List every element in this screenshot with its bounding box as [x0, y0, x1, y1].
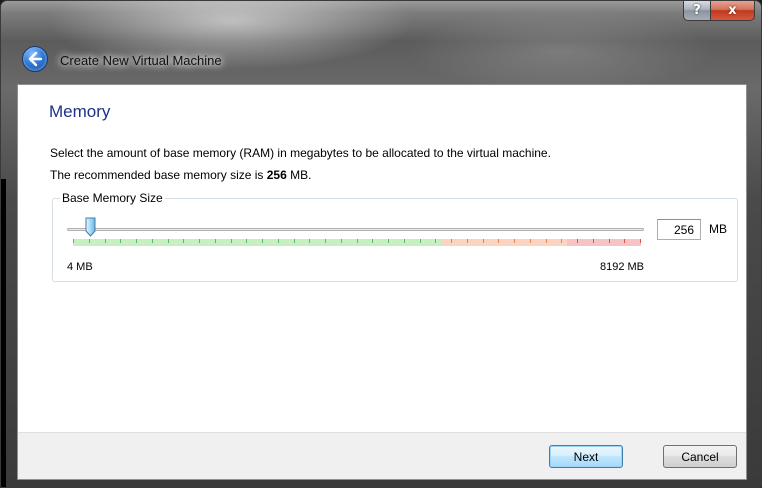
caption-buttons: ? x: [683, 1, 755, 23]
scale-tick: [168, 239, 169, 243]
dialog-content: Memory Select the amount of base memory …: [17, 84, 747, 480]
min-memory-label: 4 MB: [67, 261, 93, 273]
scale-tick: [372, 239, 373, 243]
scale-tick: [341, 239, 342, 243]
help-button[interactable]: ?: [683, 1, 711, 21]
scale-tick: [89, 239, 90, 243]
memory-slider-track[interactable]: [67, 228, 644, 231]
scale-tick: [215, 239, 216, 243]
scale-tick: [483, 239, 484, 243]
scale-tick: [294, 239, 295, 243]
scale-tick: [561, 239, 562, 243]
scale-tick: [514, 239, 515, 243]
scale-tick: [609, 239, 610, 243]
scale-tick: [105, 239, 106, 243]
scale-tick: [388, 239, 389, 243]
page-title: Memory: [49, 102, 111, 121]
scale-tick: [199, 239, 200, 243]
close-button[interactable]: x: [711, 1, 755, 21]
cancel-button[interactable]: Cancel: [663, 445, 737, 468]
scale-tick: [120, 239, 121, 243]
scale-tick: [498, 239, 499, 243]
back-arrow-icon: [28, 51, 43, 67]
scale-tick: [404, 239, 405, 243]
scale-tick: [577, 239, 578, 243]
scale-tick: [278, 239, 279, 243]
recommendation-prefix: The recommended base memory size is: [50, 168, 267, 182]
scale-tick: [624, 239, 625, 243]
dialog-window: ? x Create New Virtual Machine Memory Se…: [0, 0, 762, 488]
back-button[interactable]: [22, 46, 48, 72]
scale-tick: [183, 239, 184, 243]
scale-tick: [451, 239, 452, 243]
recommended-value: 256: [266, 168, 287, 182]
scale-tick: [530, 239, 531, 243]
scale-tick: [640, 239, 641, 243]
scale-tick: [593, 239, 594, 243]
scale-tick: [309, 239, 310, 243]
next-button[interactable]: Next: [549, 445, 623, 468]
scale-tick: [420, 239, 421, 243]
window-title: Create New Virtual Machine: [60, 53, 222, 68]
scale-tick: [73, 239, 74, 243]
memory-unit-label: MB: [709, 222, 727, 236]
base-memory-group: Base Memory Size 4 MB 8192 MB 256 MB: [52, 191, 738, 282]
scale-tick: [152, 239, 153, 243]
window-edge: [1, 179, 6, 487]
scale-tick: [231, 239, 232, 243]
max-memory-label: 8192 MB: [599, 261, 644, 273]
button-bar: Next Cancel: [18, 432, 746, 479]
recommendation-text: The recommended base memory size is 256 …: [50, 168, 311, 182]
scale-tick: [136, 239, 137, 243]
scale-tick: [435, 239, 436, 243]
scale-ticks: [73, 239, 641, 246]
recommendation-suffix: MB.: [286, 168, 312, 182]
scale-tick: [246, 239, 247, 243]
memory-size-input[interactable]: [657, 219, 701, 240]
group-label: Base Memory Size: [60, 191, 165, 205]
scale-tick: [546, 239, 547, 243]
scale-tick: [262, 239, 263, 243]
description-text: Select the amount of base memory (RAM) i…: [50, 146, 551, 160]
scale-tick: [467, 239, 468, 243]
scale-tick: [325, 239, 326, 243]
scale-tick: [357, 239, 358, 243]
slider-thumb-icon[interactable]: [85, 217, 96, 237]
